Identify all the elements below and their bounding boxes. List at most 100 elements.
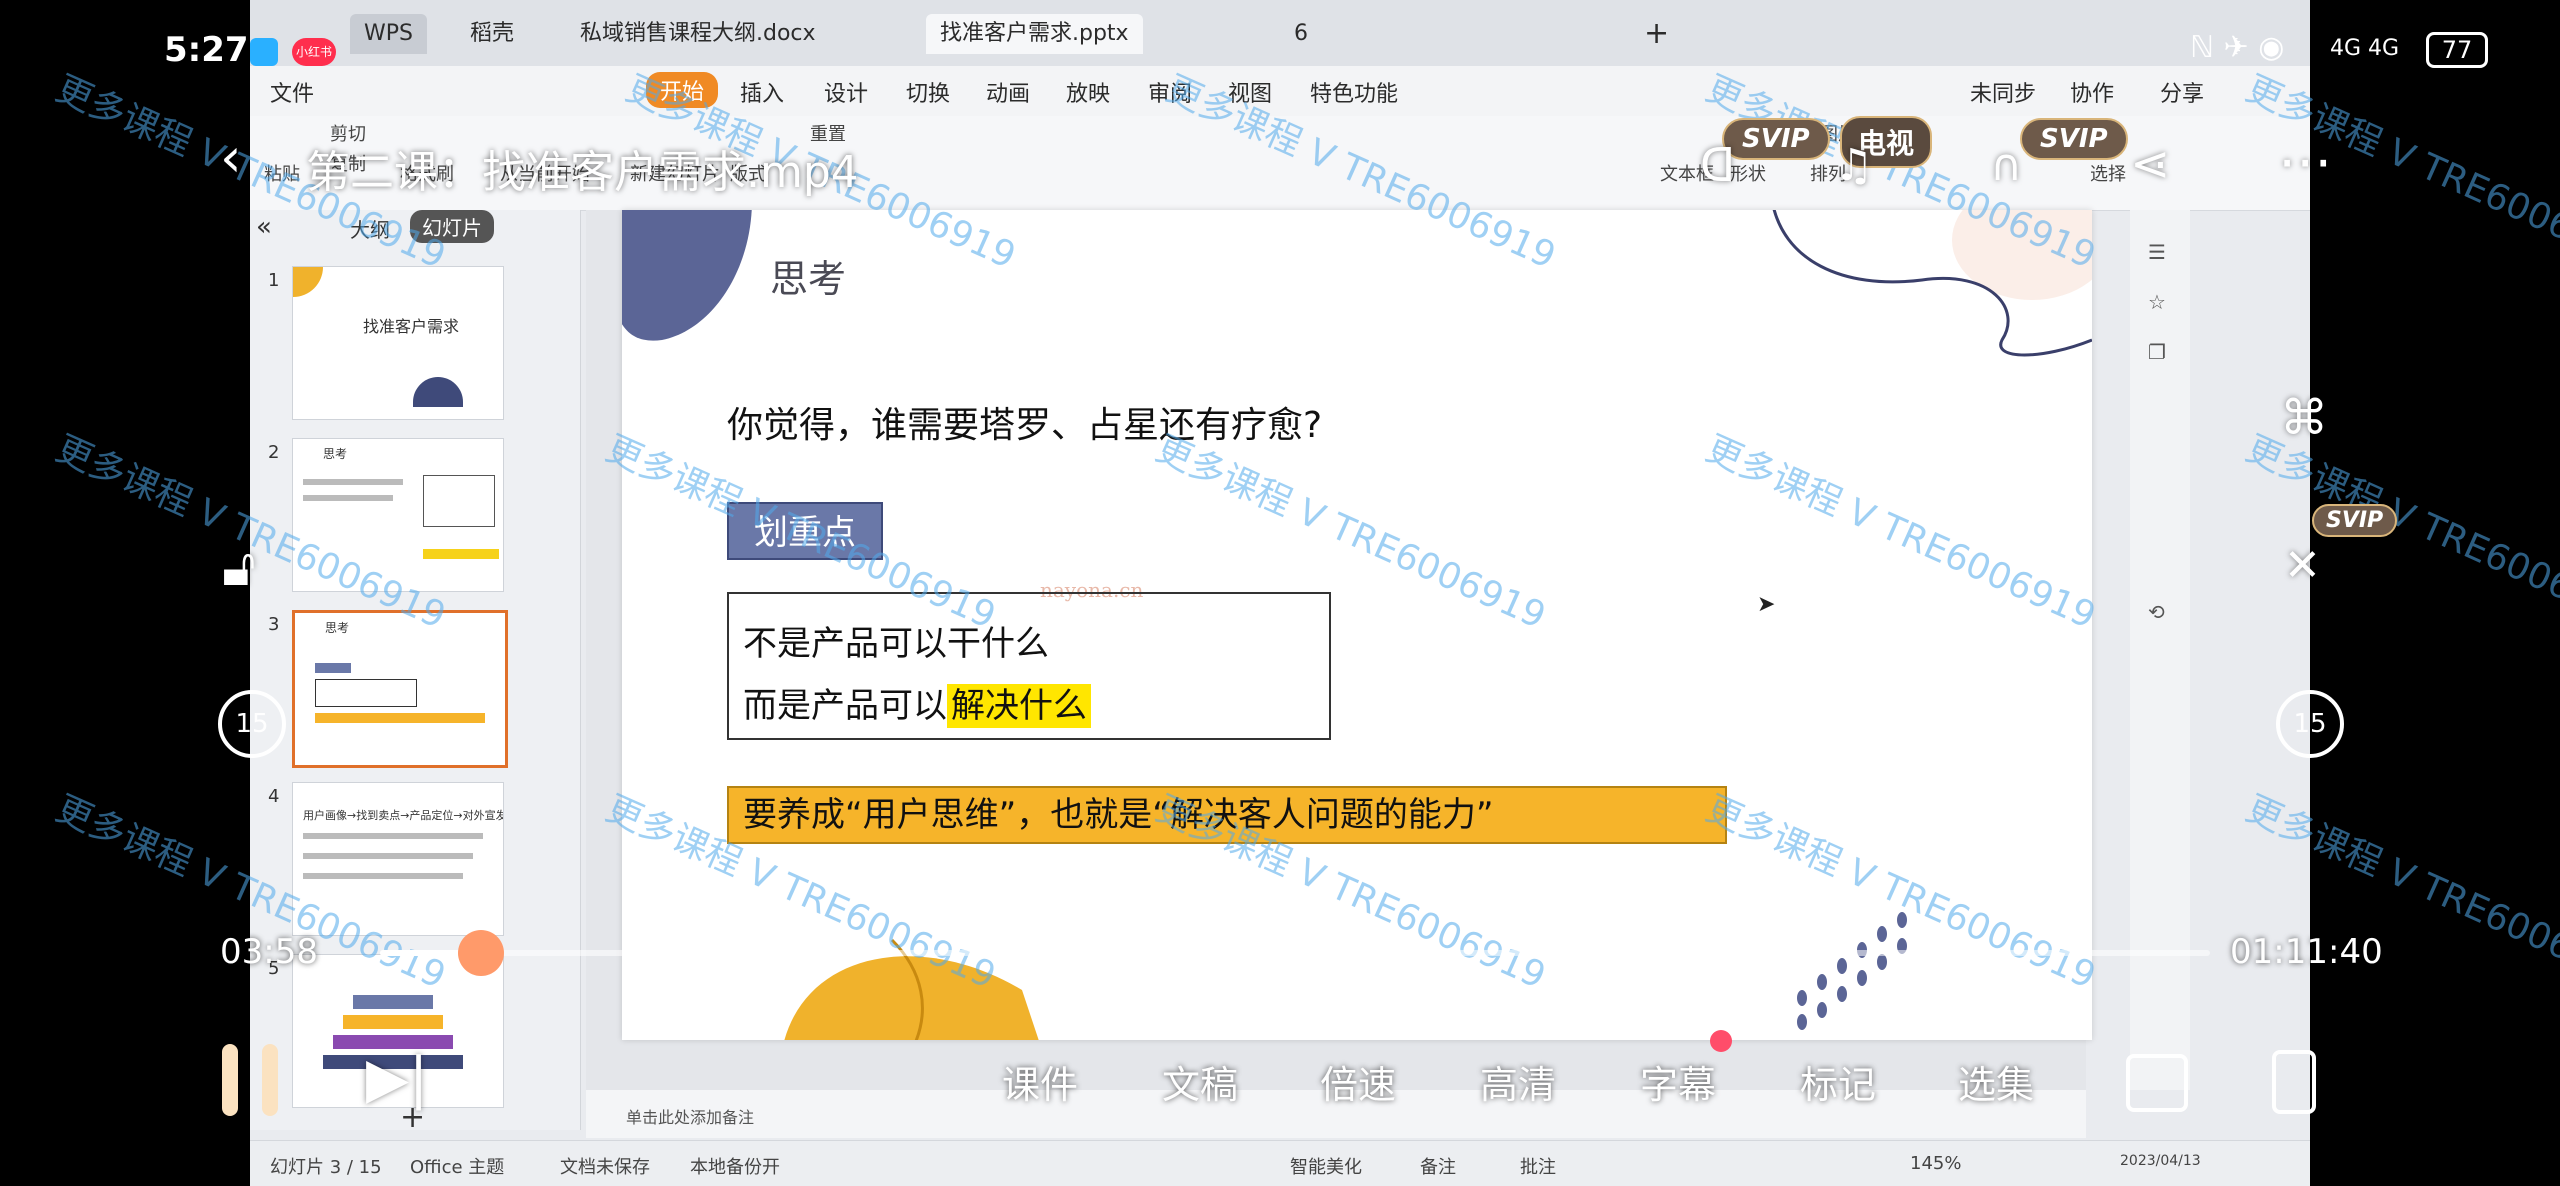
svip-badge[interactable]: SVIP (1722, 118, 1830, 160)
tab-outline[interactable]: 大纲 (350, 214, 390, 243)
select-button[interactable]: 选择 (2090, 160, 2126, 186)
tab-slides[interactable]: 幻灯片 (410, 210, 494, 243)
key-point-box[interactable]: 不是产品可以干什么 而是产品可以 解决什么 (727, 592, 1331, 740)
battery-indicator: 77 (2426, 32, 2488, 68)
tab-wps[interactable]: WPS (350, 14, 427, 54)
thumbnail-text-line (303, 495, 393, 501)
shape-button[interactable]: 形状 (1730, 160, 1766, 186)
subtitle-button[interactable]: 字幕 (1640, 1054, 1716, 1109)
slide-title[interactable]: 思考 (770, 248, 846, 303)
rewind-15-button[interactable]: 15 (218, 690, 286, 758)
menu-features[interactable]: 特色功能 (1310, 76, 1398, 108)
tab-sheet[interactable]: 6 (1280, 14, 1322, 54)
thumbnail-pyramid-step (353, 995, 433, 1009)
thumbnail-title: 思考 (325, 621, 350, 635)
screenshot-camera-icon[interactable]: ⌘ (2280, 390, 2328, 446)
theme-name: Office 主题 (410, 1157, 505, 1178)
courseware-button[interactable]: 课件 (1002, 1054, 1078, 1109)
progress-track[interactable] (380, 950, 2210, 956)
menu-animation[interactable]: 动画 (986, 76, 1030, 108)
svip-side-badge[interactable]: SVIP (2312, 504, 2398, 537)
menu-view[interactable]: 视图 (1228, 76, 1272, 108)
more-menu-icon[interactable]: ⋯ (2278, 130, 2332, 193)
back-arrow-icon[interactable]: ‹ (220, 126, 242, 189)
line-2-prefix: 而是产品可以 (743, 686, 947, 726)
smart-beautify-button[interactable]: 智能美化 (1290, 1153, 1362, 1179)
forward-15-button[interactable]: 15 (2276, 690, 2344, 758)
slide-position: 幻灯片 3 / 15 (270, 1157, 382, 1178)
document-status[interactable]: 文档未保存 (560, 1153, 650, 1179)
menu-insert[interactable]: 插入 (740, 76, 784, 108)
thumbnail-number: 3 (268, 614, 280, 635)
menu-design[interactable]: 设计 (824, 76, 868, 108)
key-point-line-2: 而是产品可以 解决什么 (743, 678, 1091, 728)
slide-thumbnail-4[interactable]: 用户画像→找到卖点→产品定位→对外宣发 (292, 782, 504, 936)
quality-button[interactable]: 高清 (1480, 1054, 1556, 1109)
collaborate-button[interactable]: 协作 (2070, 76, 2114, 108)
video-title: 第二课：找准客户需求.mp4 (306, 147, 859, 198)
right-tool-rail: ☰ ☆ ❐ ⟲ (2130, 210, 2190, 1090)
thumbnail-title: 用户画像→找到卖点→产品定位→对外宣发 (303, 809, 504, 822)
thumbnail-title: 思考 (323, 447, 348, 461)
paste-button[interactable]: 粘贴 (264, 160, 300, 186)
rotate-screen-icon[interactable] (2272, 1050, 2316, 1114)
star-icon[interactable]: ☆ (2148, 290, 2166, 314)
recording-date: 2023/04/13 (2120, 1153, 2201, 1169)
tab-daoke[interactable]: 稻壳 (456, 14, 528, 54)
thumbnail-number: 4 (268, 786, 280, 807)
tab-docx[interactable]: 私域销售课程大纲.docx (566, 14, 830, 54)
menu-slideshow[interactable]: 放映 (1066, 76, 1110, 108)
floating-window-icon[interactable] (2126, 1054, 2188, 1112)
properties-icon[interactable]: ☰ (2148, 240, 2166, 264)
next-episode-icon[interactable]: ▶| (366, 1046, 428, 1111)
slide: 思考 你觉得，谁需要塔罗、占星还有疗愈? 划重点 nayona.cn 不是产品可… (622, 210, 2092, 1040)
zoom-level[interactable]: 145% (1910, 1153, 1961, 1174)
transcript-button[interactable]: 文稿 (1162, 1054, 1238, 1109)
share-button[interactable]: 分享 (2160, 76, 2204, 108)
backup-status[interactable]: 本地备份开 (690, 1153, 780, 1179)
comments-button[interactable]: 批注 (1520, 1153, 1556, 1179)
remarks-button[interactable]: 备注 (1420, 1153, 1456, 1179)
key-point-tag[interactable]: 划重点 (727, 502, 883, 560)
headphones-icon[interactable]: ∩ (1990, 140, 2022, 191)
new-tab-button[interactable]: + (1630, 14, 1683, 54)
pause-icon[interactable] (222, 1044, 238, 1116)
thumbnail-title: 找准客户需求 (363, 317, 460, 336)
thumbnail-text-line (303, 479, 403, 485)
picture-in-picture-icon[interactable]: ✕ (2284, 540, 2321, 591)
network-indicator: 4G 4G (2330, 36, 2400, 61)
thumbnail-text-line (303, 853, 473, 859)
screen-lock-icon[interactable]: 🔓︎ (222, 538, 256, 599)
sync-status[interactable]: 未同步 (1970, 76, 2036, 108)
thumbnail-box (423, 475, 495, 527)
thumbnail-decoration (413, 377, 463, 407)
episodes-button[interactable]: 选集 (1958, 1054, 2034, 1109)
copy-icon[interactable]: ❐ (2148, 340, 2166, 364)
slide-thumbnail-2[interactable]: 思考 (292, 438, 504, 592)
thumbnail-pyramid-step (343, 1015, 443, 1029)
slide-canvas: 思考 你觉得，谁需要塔罗、占星还有疗愈? 划重点 nayona.cn 不是产品可… (586, 210, 2092, 1090)
progress-knob[interactable] (458, 930, 504, 976)
conclusion-banner[interactable]: 要养成“用户思维”，也就是“解决客人问题的能力” (727, 786, 1727, 844)
audio-track-icon[interactable]: ♫ (1834, 140, 1873, 191)
collapse-pane-icon[interactable]: « (256, 212, 272, 242)
speed-button[interactable]: 倍速 (1320, 1054, 1396, 1109)
slide-thumbnail-3[interactable]: 思考 (292, 610, 508, 768)
tab-pptx[interactable]: 找准客户需求.pptx (926, 14, 1143, 54)
thumbnail-highlight (423, 549, 499, 559)
svip-badge[interactable]: SVIP (2020, 118, 2128, 160)
dolby-icon[interactable]: ᗡ (1700, 138, 1735, 192)
menu-review[interactable]: 审阅 (1148, 76, 1192, 108)
bookmark-button[interactable]: 标记 (1800, 1054, 1876, 1109)
thumbnail-number: 2 (268, 442, 280, 463)
menu-home[interactable]: 开始 (646, 72, 719, 108)
thumbnail-number: 1 (268, 270, 280, 291)
history-icon[interactable]: ⟲ (2148, 600, 2165, 624)
menu-transition[interactable]: 切换 (906, 76, 950, 108)
slide-question[interactable]: 你觉得，谁需要塔罗、占星还有疗愈? (727, 396, 1322, 448)
share-icon[interactable]: ⋖ (2130, 136, 2170, 192)
slide-thumbnail-1[interactable]: 找准客户需求 (292, 266, 504, 420)
thumbnail-text-line (303, 873, 463, 879)
pause-icon (262, 1044, 278, 1116)
menu-file[interactable]: 文件 (270, 76, 314, 108)
